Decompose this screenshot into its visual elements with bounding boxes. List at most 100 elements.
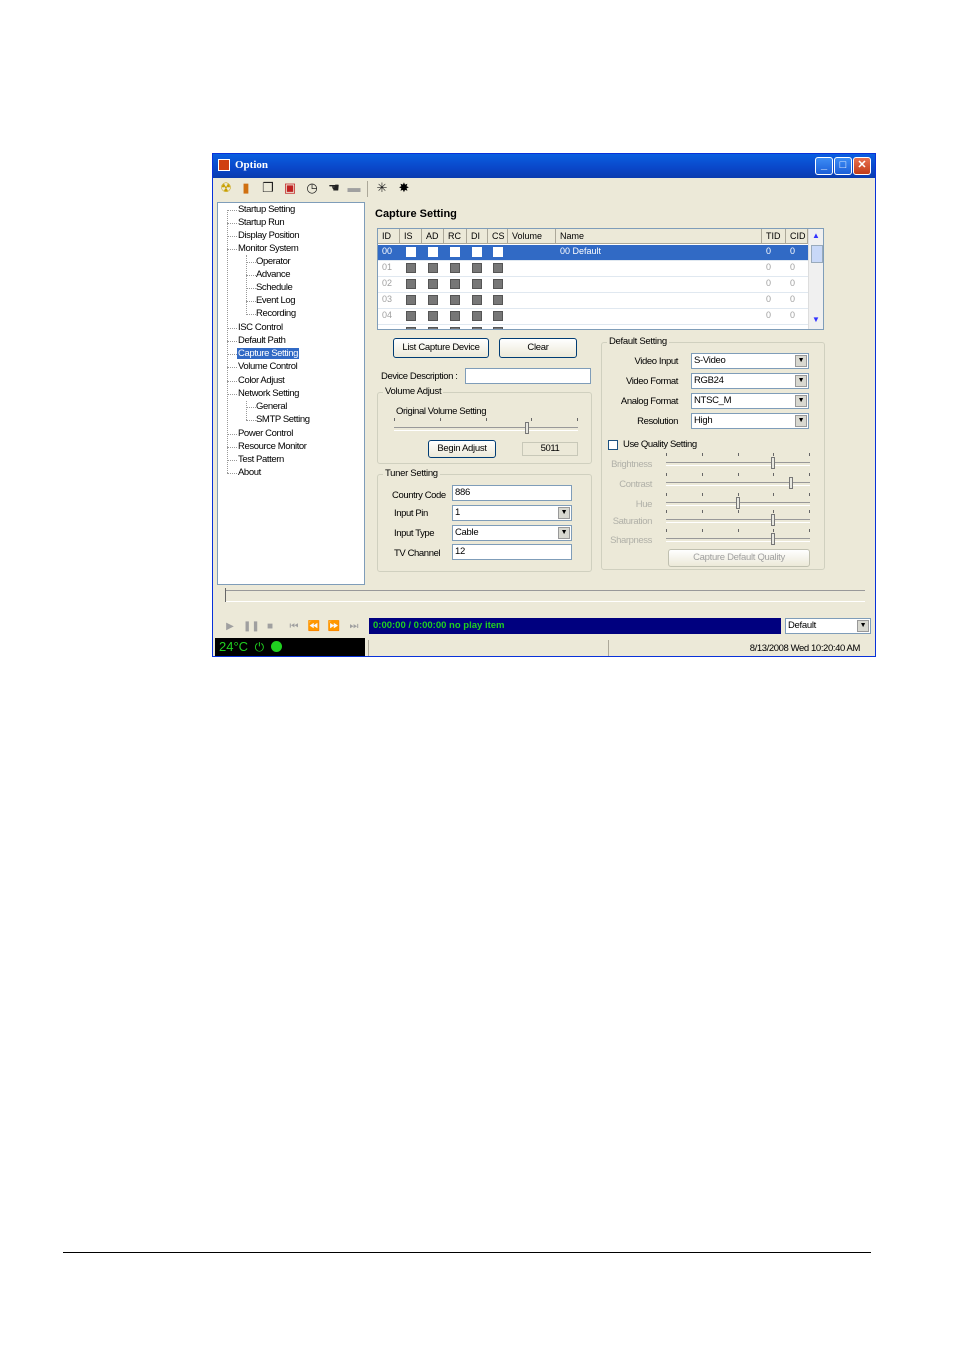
table-row[interactable]: 04 0 0: [378, 309, 808, 325]
seek-track[interactable]: [225, 590, 865, 602]
tree-item-default-path[interactable]: Default Path: [238, 335, 286, 346]
is-checkbox[interactable]: [406, 279, 416, 289]
col-header-is[interactable]: IS: [400, 229, 422, 244]
last-icon[interactable]: ⏭: [347, 620, 361, 634]
cs-checkbox[interactable]: [493, 247, 503, 257]
scroll-down-icon[interactable]: ▼: [811, 315, 821, 327]
is-checkbox[interactable]: [406, 311, 416, 321]
chevron-down-icon[interactable]: ▼: [795, 355, 807, 367]
chevron-down-icon[interactable]: ▼: [857, 620, 869, 632]
close-button[interactable]: ✕: [853, 157, 871, 175]
profile-select[interactable]: Default ▼: [785, 618, 871, 634]
list-capture-device-button[interactable]: List Capture Device: [393, 338, 489, 358]
di-checkbox[interactable]: [472, 279, 482, 289]
is-checkbox[interactable]: [406, 247, 416, 257]
cs-checkbox[interactable]: [493, 279, 503, 289]
brightness-slider[interactable]: [666, 453, 810, 470]
rc-checkbox[interactable]: [450, 279, 460, 289]
di-checkbox[interactable]: [472, 311, 482, 321]
ad-checkbox[interactable]: [428, 311, 438, 321]
col-header-tid[interactable]: TID: [762, 229, 786, 244]
ad-checkbox[interactable]: [428, 295, 438, 305]
tree-item-advance[interactable]: Advance: [256, 269, 291, 280]
chevron-down-icon[interactable]: ▼: [795, 395, 807, 407]
scroll-up-icon[interactable]: ▲: [811, 231, 821, 243]
contrast-slider[interactable]: [666, 473, 810, 490]
cs-checkbox[interactable]: [493, 263, 503, 273]
radiation-icon[interactable]: ☢: [219, 181, 233, 195]
tree-item-general[interactable]: General: [256, 401, 287, 412]
volume-slider[interactable]: [394, 418, 578, 435]
tree-item-display-position[interactable]: Display Position: [238, 230, 300, 241]
seek-thumb[interactable]: [225, 588, 229, 602]
resolution-select[interactable]: High ▼: [691, 413, 809, 429]
col-header-name[interactable]: Name: [556, 229, 762, 244]
capture-device-table[interactable]: ID IS AD RC DI CS Volume Name TID CID 00…: [377, 228, 824, 330]
box-icon[interactable]: ▬: [347, 181, 361, 195]
tree-item-about[interactable]: About: [238, 467, 261, 478]
chevron-down-icon[interactable]: ▼: [795, 375, 807, 387]
sharpness-slider[interactable]: [666, 529, 810, 546]
rc-checkbox[interactable]: [450, 263, 460, 273]
table-row[interactable]: 00 00 Default 0 0: [378, 245, 808, 261]
table-row[interactable]: 01 0 0: [378, 261, 808, 277]
hand-icon[interactable]: ☚: [327, 181, 341, 195]
di-checkbox[interactable]: [472, 327, 482, 329]
save-icon[interactable]: ▣: [283, 181, 297, 195]
tree-item-capture-setting[interactable]: Capture Setting: [237, 348, 300, 359]
hue-slider-thumb[interactable]: [736, 497, 740, 509]
rc-checkbox[interactable]: [450, 327, 460, 329]
tree-item-resource-monitor[interactable]: Resource Monitor: [238, 441, 307, 452]
chevron-down-icon[interactable]: ▼: [558, 527, 570, 539]
col-header-cid[interactable]: CID: [786, 229, 808, 244]
clock-icon[interactable]: ◷: [305, 181, 319, 195]
tree-item-network-setting[interactable]: Network Setting: [238, 388, 299, 399]
ad-checkbox[interactable]: [428, 279, 438, 289]
device-description-input[interactable]: [465, 368, 591, 384]
prev-icon[interactable]: ⏪: [307, 620, 321, 634]
analog-format-select[interactable]: NTSC_M ▼: [691, 393, 809, 409]
col-header-ad[interactable]: AD: [422, 229, 444, 244]
is-checkbox[interactable]: [406, 263, 416, 273]
ad-checkbox[interactable]: [428, 263, 438, 273]
next-icon[interactable]: ⏩: [327, 620, 341, 634]
tree-item-smtp-setting[interactable]: SMTP Setting: [256, 414, 310, 425]
play-icon[interactable]: ▶: [223, 620, 237, 634]
minimize-button[interactable]: _: [815, 157, 833, 175]
capture-default-quality-button[interactable]: Capture Default Quality: [668, 549, 810, 567]
saturation-slider-thumb[interactable]: [771, 514, 775, 526]
chevron-down-icon[interactable]: ▼: [558, 507, 570, 519]
hue-slider[interactable]: [666, 493, 810, 510]
video-input-select[interactable]: S-Video ▼: [691, 353, 809, 369]
input-pin-select[interactable]: 1 ▼: [452, 505, 572, 521]
tree-item-schedule[interactable]: Schedule: [256, 282, 293, 293]
country-code-input[interactable]: 886: [452, 485, 572, 501]
ad-checkbox[interactable]: [428, 247, 438, 257]
tree-item-test-pattern[interactable]: Test Pattern: [238, 454, 284, 465]
cs-checkbox[interactable]: [493, 295, 503, 305]
tree-item-startup-run[interactable]: Startup Run: [238, 217, 285, 228]
col-header-id[interactable]: ID: [378, 229, 400, 244]
table-scrollbar[interactable]: ▲ ▼: [808, 229, 823, 329]
di-checkbox[interactable]: [472, 295, 482, 305]
input-type-select[interactable]: Cable ▼: [452, 525, 572, 541]
pages-icon[interactable]: ❐: [261, 181, 275, 195]
di-checkbox[interactable]: [472, 247, 482, 257]
tree-item-volume-control[interactable]: Volume Control: [238, 361, 298, 372]
tree-item-startup-setting[interactable]: Startup Setting: [238, 204, 295, 215]
cs-checkbox[interactable]: [493, 311, 503, 321]
col-header-di[interactable]: DI: [467, 229, 488, 244]
saturation-slider[interactable]: [666, 510, 810, 527]
rc-checkbox[interactable]: [450, 247, 460, 257]
first-icon[interactable]: ⏮: [287, 620, 301, 634]
clear-button[interactable]: Clear: [499, 338, 577, 358]
tree-item-operator[interactable]: Operator: [256, 256, 291, 267]
begin-adjust-button[interactable]: Begin Adjust: [428, 440, 496, 458]
burst-icon[interactable]: ✳: [375, 181, 389, 195]
tv-channel-input[interactable]: 12: [452, 544, 572, 560]
table-row[interactable]: [378, 325, 808, 329]
col-header-cs[interactable]: CS: [488, 229, 508, 244]
brightness-slider-thumb[interactable]: [771, 457, 775, 469]
contrast-slider-thumb[interactable]: [789, 477, 793, 489]
chevron-down-icon[interactable]: ▼: [795, 415, 807, 427]
